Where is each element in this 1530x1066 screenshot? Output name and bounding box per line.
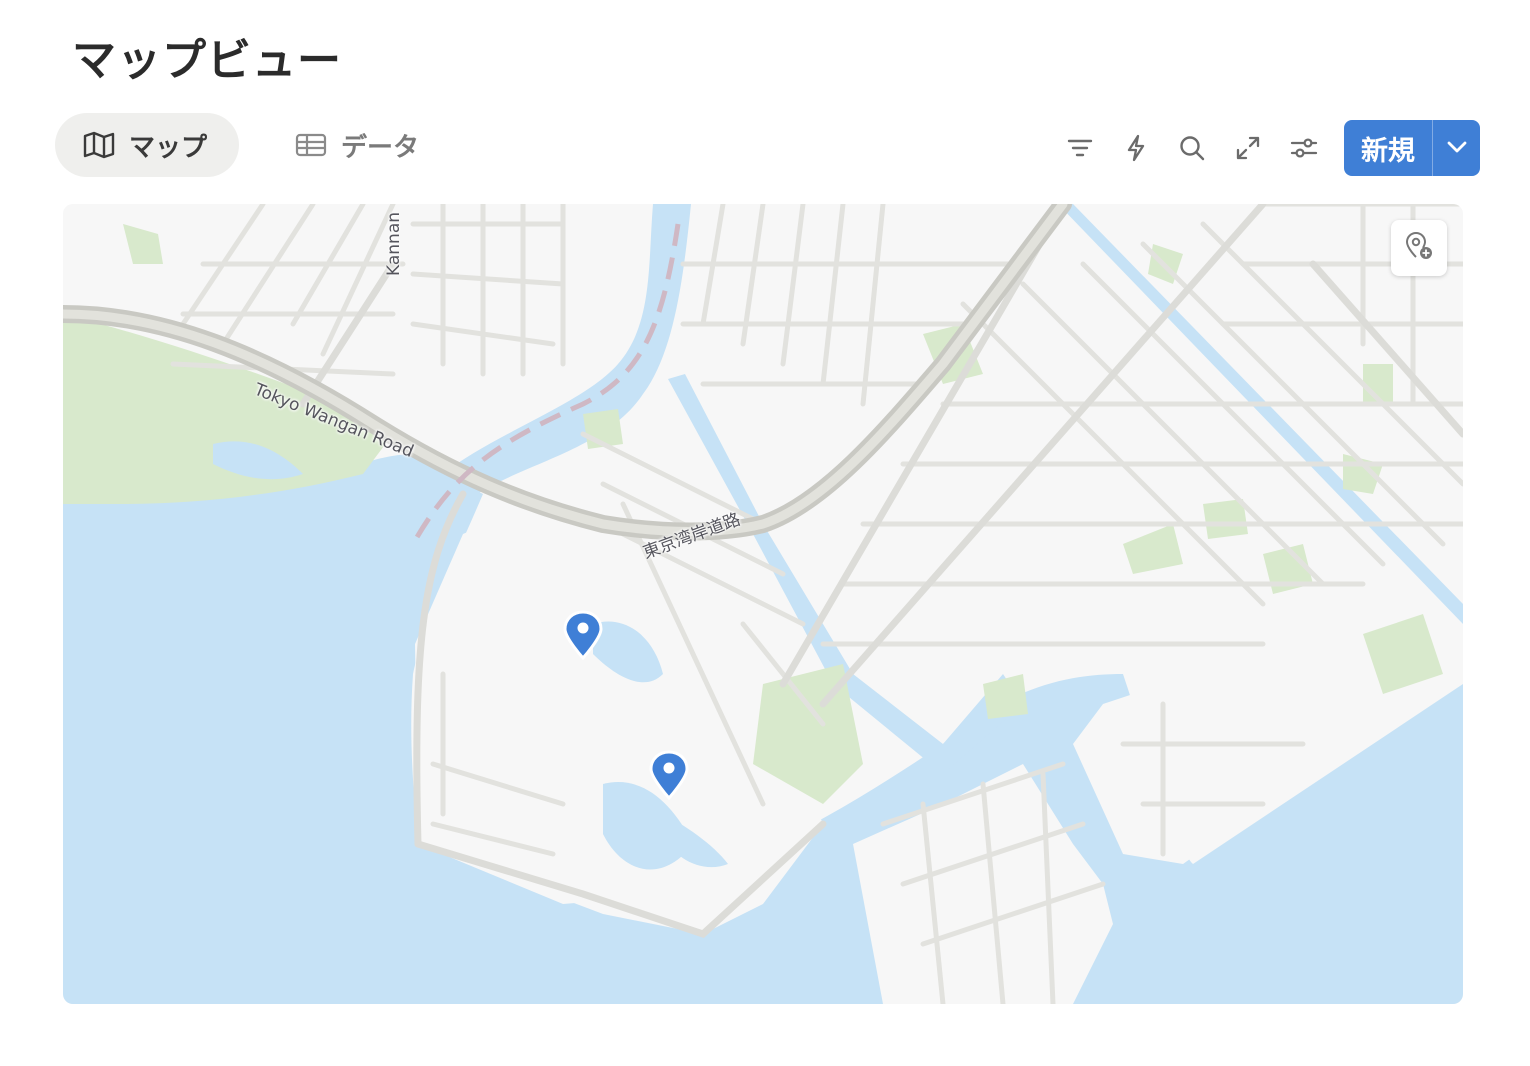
map-canvas[interactable]: Kannan Tokyo Wangan Road 東京湾岸道路 <box>63 204 1463 1004</box>
tab-map[interactable]: マップ <box>55 113 239 177</box>
new-button[interactable]: 新規 <box>1344 120 1433 176</box>
tab-map-label: マップ <box>129 132 208 163</box>
view-toolbar: マップ データ 新規 <box>55 113 1480 177</box>
add-location-icon <box>1404 231 1434 265</box>
filter-icon[interactable] <box>1052 120 1108 176</box>
road-label-kannan: Kannan <box>384 211 404 276</box>
map-pin-1[interactable] <box>563 610 603 661</box>
map-pin-2[interactable] <box>649 750 689 801</box>
map-pin-icon <box>563 610 603 664</box>
table-icon <box>295 132 327 158</box>
expand-icon[interactable] <box>1220 120 1276 176</box>
new-split-button: 新規 <box>1344 120 1480 176</box>
settings-sliders-icon[interactable] <box>1276 120 1332 176</box>
search-icon[interactable] <box>1164 120 1220 176</box>
chevron-down-icon <box>1446 139 1468 158</box>
tab-data-label: データ <box>341 132 420 163</box>
map-icon <box>83 131 115 159</box>
add-location-button[interactable] <box>1391 220 1447 276</box>
lightning-icon[interactable] <box>1108 120 1164 176</box>
map-base <box>63 204 1463 1004</box>
new-dropdown-button[interactable] <box>1433 120 1480 176</box>
toolbar-actions: 新規 <box>1052 120 1480 176</box>
tab-data[interactable]: データ <box>267 113 445 177</box>
map-pin-icon <box>649 750 689 804</box>
page-title: マップビュー <box>72 35 342 86</box>
